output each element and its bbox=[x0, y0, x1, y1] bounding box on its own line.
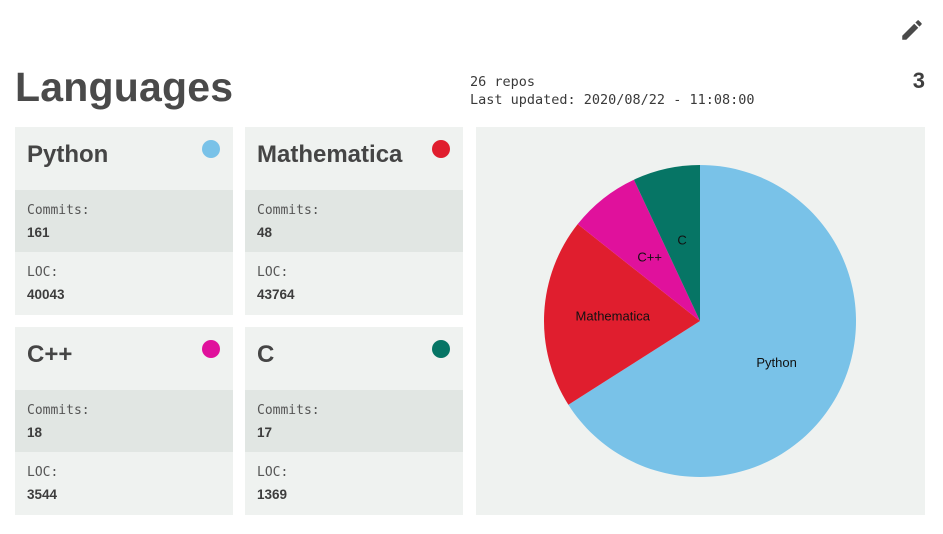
pie-label-c: C bbox=[677, 232, 686, 247]
commits-label: Commits: bbox=[27, 403, 90, 418]
language-name: Python bbox=[27, 141, 109, 168]
commits-value: 161 bbox=[27, 225, 50, 240]
language-name: C++ bbox=[27, 341, 73, 368]
pie-label-cpp: C++ bbox=[637, 249, 662, 264]
commits-label: Commits: bbox=[257, 203, 320, 218]
language-card-mathematica[interactable]: Mathematica Commits: 48 LOC: 43764 bbox=[245, 127, 463, 315]
language-card-python[interactable]: Python Commits: 161 LOC: 40043 bbox=[15, 127, 233, 315]
language-card-cpp[interactable]: C++ Commits: 18 LOC: 3544 bbox=[15, 327, 233, 515]
card-header: C++ bbox=[15, 327, 233, 390]
commits-pie-chart: Python Mathematica C++ C bbox=[544, 165, 856, 478]
commits-value: 48 bbox=[257, 225, 273, 240]
loc-label: LOC: bbox=[257, 465, 289, 480]
repo-count: 26 repos bbox=[470, 74, 536, 90]
commits-label: Commits: bbox=[27, 203, 90, 218]
loc-value: 1369 bbox=[257, 487, 288, 502]
commits-value: 17 bbox=[257, 425, 273, 440]
commits-value: 18 bbox=[27, 425, 43, 440]
loc-label: LOC: bbox=[27, 265, 59, 280]
card-header: C bbox=[245, 327, 463, 390]
edit-button[interactable] bbox=[896, 14, 928, 46]
loc-row: LOC: 3544 bbox=[15, 452, 233, 514]
pie-label-python: Python bbox=[756, 355, 796, 370]
loc-value: 40043 bbox=[27, 287, 65, 302]
commits-row: Commits: 17 bbox=[245, 390, 463, 452]
commits-row: Commits: 161 bbox=[15, 190, 233, 252]
color-dot bbox=[432, 340, 450, 358]
color-dot bbox=[202, 340, 220, 358]
language-name: C bbox=[257, 341, 275, 368]
commits-row: Commits: 18 bbox=[15, 390, 233, 452]
pie-label-mathematica: Mathematica bbox=[576, 309, 651, 324]
last-updated: Last updated: 2020/08/22 - 11:08:00 bbox=[470, 92, 755, 108]
card-header: Mathematica bbox=[245, 127, 463, 190]
language-count: 3 bbox=[912, 68, 925, 93]
language-card-c[interactable]: C Commits: 17 LOC: 1369 bbox=[245, 327, 463, 515]
repo-meta: 26 repos Last updated: 2020/08/22 - 11:0… bbox=[470, 73, 754, 109]
loc-value: 3544 bbox=[27, 487, 58, 502]
loc-label: LOC: bbox=[257, 265, 289, 280]
commits-pie-chart-panel: Python Mathematica C++ C bbox=[476, 127, 925, 515]
loc-row: LOC: 1369 bbox=[245, 452, 463, 514]
language-name: Mathematica bbox=[257, 141, 403, 168]
loc-row: LOC: 40043 bbox=[15, 252, 233, 314]
card-header: Python bbox=[15, 127, 233, 190]
loc-value: 43764 bbox=[257, 287, 295, 302]
color-dot bbox=[432, 140, 450, 158]
commits-label: Commits: bbox=[257, 403, 320, 418]
loc-label: LOC: bbox=[27, 465, 59, 480]
loc-row: LOC: 43764 bbox=[245, 252, 463, 314]
color-dot bbox=[202, 140, 220, 158]
page-title: Languages bbox=[15, 64, 234, 110]
commits-row: Commits: 48 bbox=[245, 190, 463, 252]
pencil-icon bbox=[902, 20, 922, 40]
